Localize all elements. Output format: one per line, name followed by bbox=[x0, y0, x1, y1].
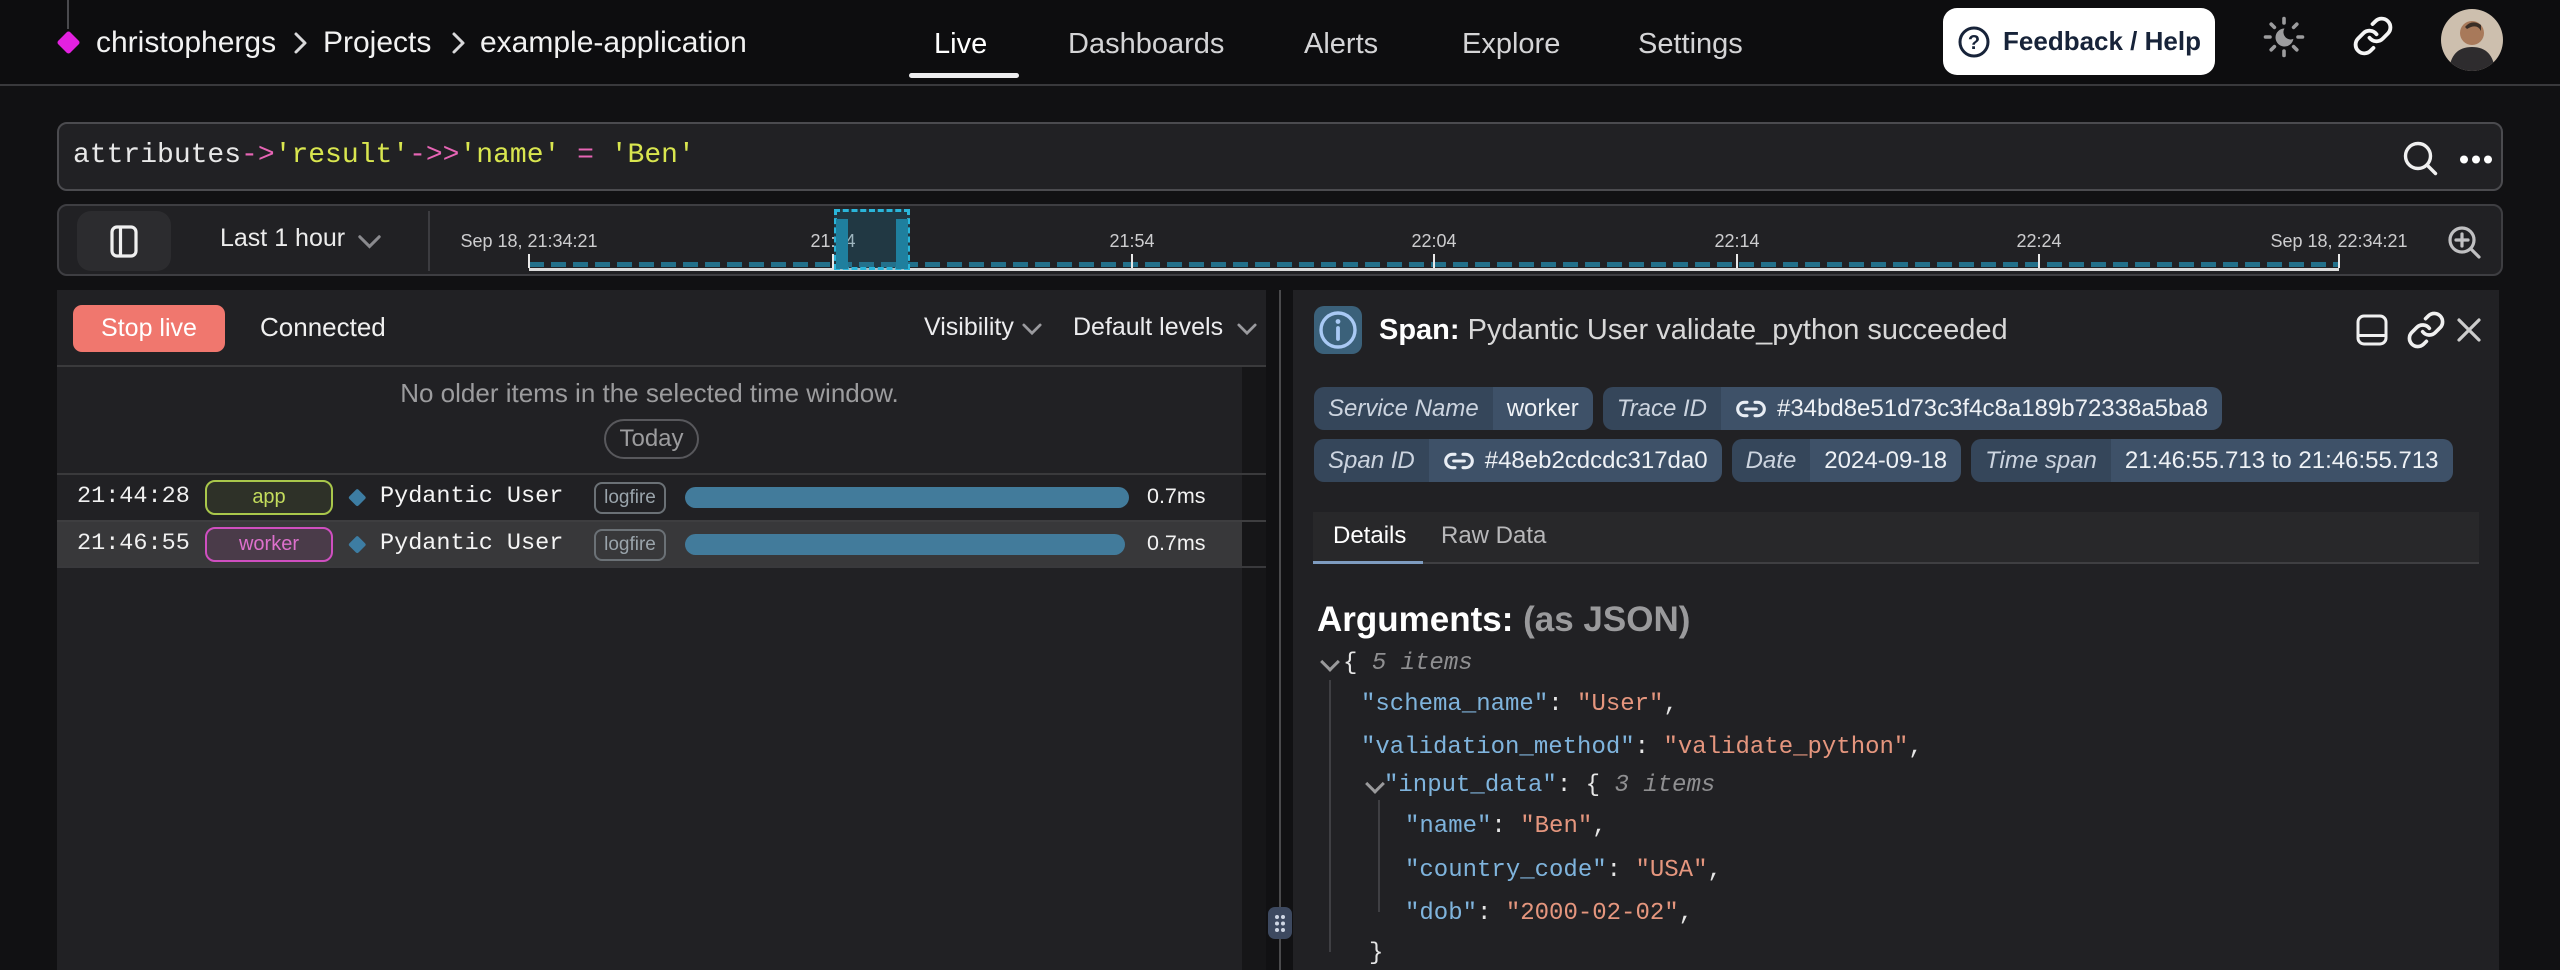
svg-text:?: ? bbox=[1968, 32, 1980, 54]
